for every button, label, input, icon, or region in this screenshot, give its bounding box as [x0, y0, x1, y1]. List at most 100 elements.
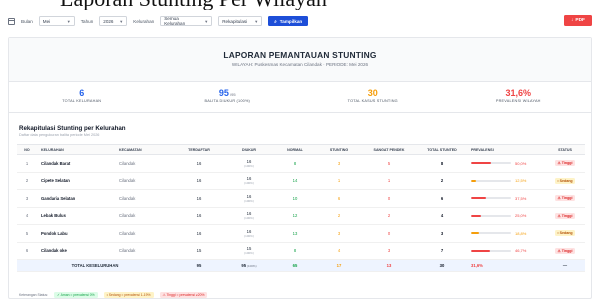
- row-diukur-pct: (100%): [244, 233, 254, 238]
- status-badge: • Sedang: [554, 230, 576, 237]
- prevalensi-bar-fill: [471, 197, 486, 200]
- table-header-cell: STUNTING: [317, 144, 361, 155]
- row-stunting: 1: [317, 172, 361, 190]
- total-diukur: 95 (100%): [225, 259, 273, 272]
- row-normal: 8: [273, 242, 317, 260]
- section-title: Rekapitulasi Stunting per Kelurahan: [19, 125, 126, 132]
- row-diukur-pct: (100%): [244, 216, 254, 221]
- legend-sedang: • Sedang = prevalensi 1-19%: [103, 292, 154, 298]
- prevalensi-label: 25,0%: [515, 213, 527, 219]
- prevalensi-bar-track: [471, 249, 511, 252]
- status-badge: • Sedang: [554, 177, 576, 184]
- row-prevalensi: 37,5%: [467, 189, 545, 208]
- kpi-label: BALITA DIUKUR (100%): [204, 99, 250, 103]
- chevron-down-icon: ▼: [66, 18, 71, 24]
- kpi-value: 30: [367, 88, 378, 98]
- kpi-unit: /95: [228, 92, 236, 97]
- row-kelurahan: Cipete Selatan: [37, 172, 115, 190]
- bulan-label: Bulan: [21, 18, 33, 24]
- calendar-icon: [8, 17, 15, 25]
- show-button-label: Tampilkan: [279, 18, 303, 24]
- row-terdaftar: 16: [173, 224, 225, 243]
- row-stunting: 4: [317, 242, 361, 260]
- show-button[interactable]: ⌕ Tampilkan: [268, 16, 309, 26]
- row-normal: 12: [273, 207, 317, 225]
- row-kecamatan: Cilandak: [115, 224, 173, 243]
- status-badge: ⚠ Tinggi: [555, 160, 575, 167]
- total-stunting: 17: [317, 259, 361, 272]
- kpi-card: 30 TOTAL KASUS STUNTING: [300, 83, 446, 112]
- table-header-cell: TERDAFTAR: [173, 144, 225, 155]
- table-row: 1 Cilandak Barat Cilandak 16 16 (100%) 8 3 5 8 50,…: [17, 154, 585, 173]
- row-diukur: 16 (100%): [225, 224, 273, 243]
- table-header-row: NO KELURAHAN KECAMATAN TERDAFTAR DIUKUR NORMA…: [17, 144, 585, 155]
- prevalensi-bar-wrap: 46,7%: [471, 248, 545, 253]
- table-header-cell: NO: [17, 144, 37, 155]
- row-diukur-pct: (100%): [244, 163, 254, 168]
- row-diukur: 16 (100%): [225, 207, 273, 225]
- table-total-row: TOTAL KESELURUHAN 95 95 (100%) 65 17 13 30 31,6…: [17, 259, 585, 272]
- row-prevalensi: 25,0%: [467, 207, 545, 225]
- row-prevalensi: 12,5%: [467, 172, 545, 190]
- bulan-select[interactable]: Mei ▼: [38, 16, 75, 26]
- prevalensi-bar-fill: [471, 179, 476, 182]
- row-sangat-pendek: 0: [361, 224, 417, 243]
- row-prevalensi: 50,0%: [467, 154, 545, 173]
- row-status: ⚠ Tinggi: [545, 242, 585, 260]
- row-normal: 10: [273, 189, 317, 208]
- prevalensi-bar-fill: [471, 249, 490, 252]
- bulan-value: Mei: [42, 18, 51, 24]
- row-stunting: 2: [317, 207, 361, 225]
- row-kecamatan: Cilandak: [115, 189, 173, 208]
- tahun-label: Tahun: [80, 18, 94, 24]
- kpi-value: 95 /95: [218, 88, 236, 98]
- status-badge: ⚠ Tinggi: [555, 247, 575, 254]
- kelurahan-select[interactable]: Semua Kelurahan ▼: [160, 16, 213, 26]
- kpi-label: PREVALENSI WILAYAH: [495, 99, 541, 103]
- mode-select[interactable]: Rekapitulasi ▼: [218, 16, 263, 26]
- row-no: 5: [17, 224, 37, 243]
- row-sangat-pendek: 5: [361, 154, 417, 173]
- kpi-value: 6: [79, 88, 85, 98]
- kelurahan-label: Kelurahan: [133, 18, 155, 24]
- kpi-row: 6 TOTAL KELURAHAN 95 /95 BALITA DIUKUR (100…: [9, 83, 591, 113]
- prevalensi-bar-wrap: 18,8%: [471, 231, 545, 236]
- pdf-button[interactable]: ↓ PDF: [563, 15, 592, 26]
- top-caption-text: Laporan Stunting Per Wilayah: [60, 0, 327, 10]
- row-kecamatan: Cilandak: [115, 207, 173, 225]
- row-stunting: 6: [317, 189, 361, 208]
- kpi-label: TOTAL KASUS STUNTING: [347, 99, 398, 103]
- prevalensi-bar-wrap: 50,0%: [471, 161, 545, 166]
- prevalensi-bar-wrap: 12,5%: [471, 178, 545, 183]
- status-badge: ⚠ Tinggi: [555, 212, 575, 219]
- table-header-cell: TOTAL STUNTED: [417, 144, 467, 155]
- pdf-button-label: PDF: [575, 18, 585, 23]
- report-header: LAPORAN PEMANTAUAN STUNTING WILAYAH: Pus…: [9, 38, 591, 82]
- filter-bar: Bulan Mei ▼ Tahun 2026 ▼ Kelurahan Semua…: [0, 10, 600, 32]
- tahun-select[interactable]: 2026 ▼: [99, 16, 128, 26]
- row-sangat-pendek: 1: [361, 172, 417, 190]
- row-diukur-pct: (100%): [244, 181, 254, 186]
- chevron-down-icon: ▼: [119, 18, 124, 24]
- table-header-cell: DIUKUR: [225, 144, 273, 155]
- kpi-card: 6 TOTAL KELURAHAN: [9, 83, 155, 112]
- row-no: 1: [17, 154, 37, 173]
- prevalensi-label: 18,8%: [515, 230, 527, 236]
- status-badge: ⚠ Tinggi: [555, 195, 575, 202]
- total-label: TOTAL KESELURUHAN: [17, 259, 173, 272]
- total-status: —: [545, 259, 585, 272]
- section-subtitle: Daftar data pengukuran balita periode Me…: [19, 133, 100, 137]
- kpi-value: 31,6%: [505, 88, 532, 98]
- search-icon: ⌕: [274, 18, 277, 24]
- chevron-down-icon: ▼: [204, 18, 209, 24]
- row-prevalensi: 46,7%: [467, 242, 545, 260]
- table-row: 6 Cilandak oke Cilandak 15 15 (100%) 8 4 3 7 46,7%…: [17, 242, 585, 260]
- row-normal: 8: [273, 154, 317, 173]
- prevalensi-bar-track: [471, 179, 511, 182]
- row-kelurahan: Cilandak Barat: [37, 154, 115, 173]
- row-diukur-pct: (100%): [244, 251, 254, 256]
- chevron-down-icon: ▼: [254, 18, 259, 24]
- download-icon: ↓: [570, 18, 574, 23]
- row-terdaftar: 15: [173, 242, 225, 260]
- row-total-stunted: 3: [417, 224, 467, 243]
